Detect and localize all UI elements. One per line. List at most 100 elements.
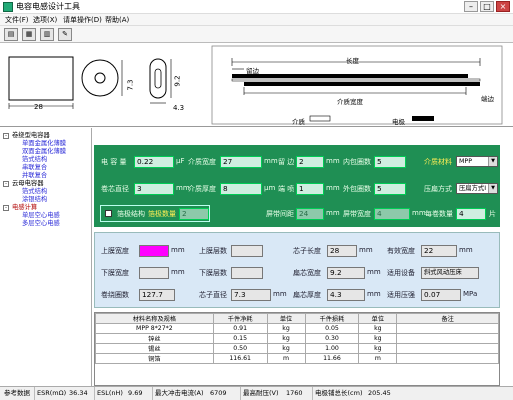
core-dia-label: 卷芯直径: [101, 185, 129, 193]
legend-dielectric-label: 介质: [292, 118, 305, 126]
tree-item-single-metal-film[interactable]: 单面金属化薄膜: [22, 140, 66, 148]
capacitance-label: 电 容 量: [101, 158, 127, 166]
layers-unit: 片: [489, 210, 496, 218]
outer-turns-label: 外包圈数: [343, 185, 371, 193]
table-cell: [396, 343, 499, 354]
open-icon[interactable]: ▤: [4, 28, 18, 41]
table-row[interactable]: 铜箔 116.61 m 11.66 m: [95, 353, 499, 364]
front-view-shape: [8, 56, 74, 101]
unit-mm: mm: [171, 246, 185, 254]
col-header-unit: 单位: [266, 313, 306, 324]
maximize-button[interactable]: □: [480, 1, 494, 12]
tree-item-multi-layer-coil[interactable]: 多层空心电感: [22, 220, 60, 228]
roll-turns-output: 127.7: [139, 289, 175, 301]
tree-item-single-layer-coil[interactable]: 单层空心电感: [22, 212, 60, 220]
table-row[interactable]: MPP 8*27*2 0.91 kg 0.05 kg: [95, 323, 499, 334]
flat-width-label: 扁芯宽度: [293, 269, 321, 277]
minimize-button[interactable]: –: [464, 1, 478, 12]
material-label: 介质材料: [424, 158, 452, 166]
end-spray-input[interactable]: 1: [296, 183, 324, 195]
chevron-down-icon[interactable]: ▼: [488, 184, 497, 193]
layers-per-input[interactable]: 4: [456, 208, 486, 220]
menu-file[interactable]: 文件(F): [5, 14, 29, 26]
result-panel: 上膜宽度 mm 上膜层数 芯子长度 28 mm 有效宽度 22 mm 下膜宽度 …: [94, 232, 500, 308]
table-cell: [396, 323, 499, 334]
thickness-dim-label: 9.2: [173, 75, 182, 87]
unit-mm: mm: [367, 268, 381, 276]
dielectric-width-label: 介质宽度: [337, 98, 363, 106]
unit-mm: mm: [459, 246, 473, 254]
table-header-row: 材料名称及规格 千件净耗 单位 千件损耗 单位 备注: [95, 313, 499, 324]
unit-mm: mm: [359, 246, 373, 254]
table-cell: MPP 8*27*2: [95, 323, 214, 334]
pressure-output: 0.07: [421, 289, 461, 301]
equipment-label: 适用设备: [387, 269, 415, 277]
outer-turns-input[interactable]: 5: [374, 183, 406, 195]
table-row[interactable]: 锡丝 0.50 kg 1.00 kg: [95, 343, 499, 354]
tree-item-series[interactable]: 串联复合: [22, 164, 47, 172]
table-icon[interactable]: ▥: [40, 28, 54, 41]
menu-options[interactable]: 选项(X): [33, 14, 57, 26]
core-dia-input[interactable]: 3: [134, 183, 174, 195]
expand-icon[interactable]: -: [3, 205, 9, 211]
table-row[interactable]: 锌丝 0.15 kg 0.30 kg: [95, 333, 499, 344]
table-cell: kg: [358, 343, 398, 354]
table-cell: [396, 333, 499, 344]
tree-item-parallel[interactable]: 并联复合: [22, 172, 47, 180]
table-cell: m: [266, 353, 306, 364]
tree-item-foil[interactable]: 箔式结构: [22, 156, 47, 164]
input-panel: 电 容 量 0.22 μF 介质宽度 27 mm 留 边 量 2 mm 内包圈数…: [94, 145, 500, 227]
unit-mm: mm: [367, 290, 381, 298]
capacitance-input[interactable]: 0.22: [134, 156, 174, 168]
flatten-select[interactable]: 压扁方式I ▼: [456, 183, 498, 194]
col-header-net: 千件净耗: [212, 313, 268, 324]
gap-input[interactable]: 24: [296, 208, 324, 220]
col-header-material: 材料名称及规格: [95, 313, 214, 324]
dielectric-thick-label: 介质厚度: [188, 185, 216, 193]
core-len-output: 28: [327, 245, 357, 257]
flattened-view-shape: [149, 58, 167, 99]
tree-item-mica-capacitor[interactable]: 云母电容器: [12, 180, 43, 188]
tree-item-silver-coated[interactable]: 涂银结构: [22, 196, 47, 204]
table-cell: kg: [266, 333, 306, 344]
chevron-down-icon[interactable]: ▼: [488, 157, 497, 166]
tree-item-mica-foil[interactable]: 箔式结构: [22, 188, 47, 196]
top-layers-output: [231, 245, 263, 257]
bot-width-output: [139, 267, 169, 279]
wrench-icon[interactable]: ✎: [58, 28, 72, 41]
length-label: 长度: [346, 57, 359, 65]
dielectric-width-input[interactable]: 27: [220, 156, 262, 168]
shield-width-input[interactable]: 4: [374, 208, 410, 220]
tree-item-wound-capacitor[interactable]: 卷绕型电容器: [12, 132, 50, 140]
menu-help[interactable]: 帮助(A): [105, 14, 129, 26]
tree-item-inductor[interactable]: 电感计算: [12, 204, 37, 212]
inner-turns-input[interactable]: 5: [374, 156, 406, 168]
dimension-diagram: 28 7.3 9.2 4.3 长度 留边 介质宽度 端边 介质 电极: [0, 43, 513, 127]
expand-icon[interactable]: -: [3, 181, 9, 187]
table-cell: 0.91: [212, 323, 268, 334]
tree-item-double-metal-film[interactable]: 双面金属化薄膜: [22, 148, 66, 156]
diagram-svg: [8, 45, 503, 125]
close-button[interactable]: ×: [496, 1, 510, 12]
material-select[interactable]: MPP ▼: [456, 156, 498, 167]
calculator-icon[interactable]: ▦: [22, 28, 36, 41]
unit-mm: mm: [326, 184, 340, 192]
expand-icon[interactable]: -: [3, 133, 9, 139]
circle-view-shape: [81, 59, 119, 97]
table-cell: kg: [266, 343, 306, 354]
core-dia-result-label: 芯子直径: [199, 291, 227, 299]
dielectric-width-label: 介质宽度: [188, 158, 216, 166]
status-surge-label: 最大冲击电流(A): [152, 387, 204, 400]
dielectric-thick-input[interactable]: 8: [220, 183, 262, 195]
table-cell: 锌丝: [95, 333, 214, 344]
margin-input[interactable]: 2: [296, 156, 324, 168]
legend-dielectric-swatch: [309, 115, 331, 122]
capacitance-unit: μF: [176, 157, 185, 165]
top-width-label: 上膜宽度: [101, 247, 129, 255]
menu-list-ops[interactable]: 请单操作(D): [63, 14, 102, 26]
roll-turns-label: 卷绕圈数: [101, 291, 129, 299]
legend-electrode-swatch: [412, 116, 434, 121]
bot-width-label: 下膜宽度: [101, 269, 129, 277]
inner-turns-label: 内包圈数: [343, 158, 371, 166]
edge-label: 端边: [481, 95, 494, 103]
